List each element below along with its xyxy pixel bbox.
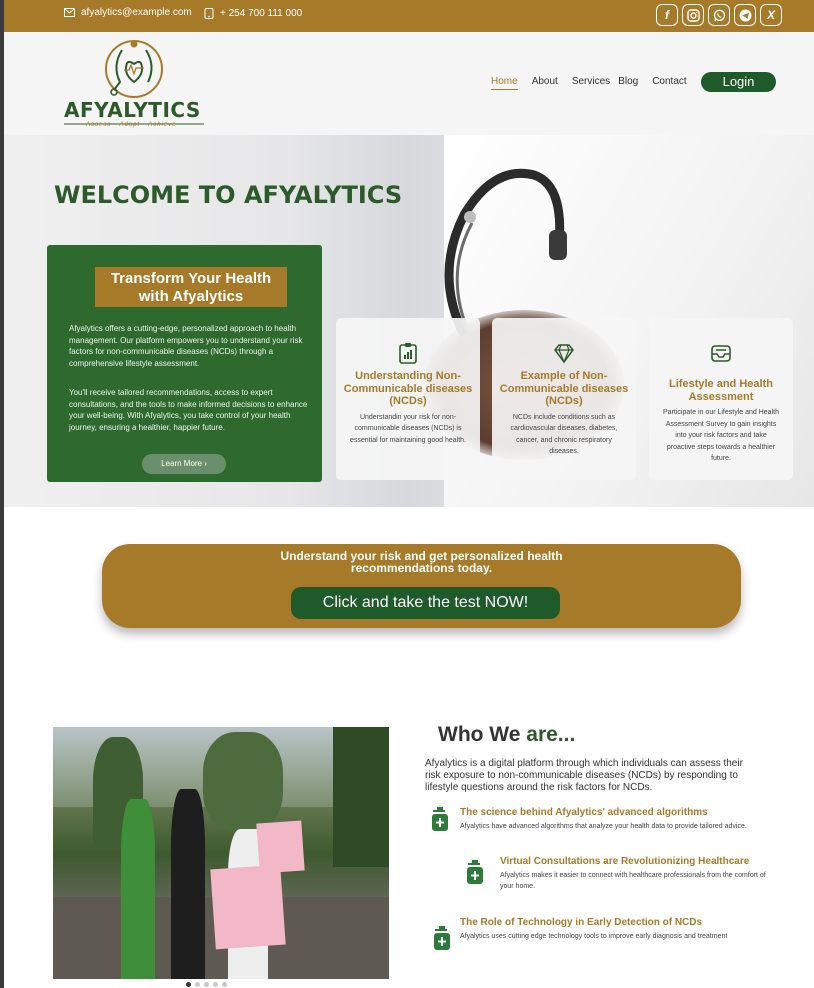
instagram-icon[interactable] bbox=[682, 4, 704, 26]
feature-title: Example of Non-Communicable diseases (NC… bbox=[499, 370, 629, 407]
feature-card-assessment[interactable]: Lifestyle and Health Assessment Particip… bbox=[649, 318, 793, 480]
feature-text: Participate in our Lifestyle and Health … bbox=[663, 409, 779, 462]
main-navbar: AFYALYTICS Assess · Adapt · Achieve Home… bbox=[4, 32, 814, 135]
take-test-button[interactable]: Click and take the test NOW! bbox=[291, 587, 560, 619]
who-we-are-title: Who We are... bbox=[438, 723, 575, 747]
community-walk-photo bbox=[53, 727, 389, 979]
sanitizer-bottle-icon bbox=[467, 860, 483, 884]
x-icon[interactable]: X bbox=[760, 4, 782, 26]
top-contact-bar: afyalytics@example.com + 254 700 111 000… bbox=[4, 0, 814, 32]
cta-heading: Understand your risk and get personalize… bbox=[280, 549, 563, 575]
phone-text: + 254 700 111 000 bbox=[220, 8, 303, 19]
nav-blog[interactable]: Blog bbox=[618, 76, 638, 90]
nav-services[interactable]: Services bbox=[572, 76, 610, 90]
nav-about[interactable]: About bbox=[532, 76, 558, 90]
nav-menu: Home About Services Blog Contact bbox=[491, 76, 687, 90]
carousel-dot[interactable] bbox=[195, 982, 200, 987]
learn-more-button[interactable]: Learn More › bbox=[142, 454, 226, 474]
nav-home[interactable]: Home bbox=[491, 76, 518, 90]
carousel-dot[interactable] bbox=[186, 982, 191, 987]
logo-tagline: Assess · Adapt · Achieve bbox=[86, 122, 177, 128]
email-contact[interactable]: afyalytics@example.com bbox=[64, 7, 192, 18]
email-text: afyalytics@example.com bbox=[81, 7, 192, 18]
nav-contact[interactable]: Contact bbox=[652, 76, 686, 90]
diamond-icon bbox=[554, 344, 574, 364]
about-point-title: The Role of Technology in Early Detectio… bbox=[460, 917, 703, 928]
feature-title: Understanding Non-Communicable diseases … bbox=[343, 370, 473, 407]
stethoscope-heart-icon bbox=[105, 40, 163, 98]
feature-text: NCDs include conditions such as cardiova… bbox=[510, 413, 618, 456]
who-title-main: Who We bbox=[438, 723, 527, 746]
feature-card-examples[interactable]: Example of Non-Communicable diseases (NC… bbox=[492, 318, 636, 480]
inbox-tray-icon bbox=[711, 345, 731, 362]
hero-section: WELCOME TO AFYALYTICS Transform Your Hea… bbox=[4, 135, 814, 507]
intro-card-heading: Transform Your Health with Afyalytics bbox=[95, 267, 287, 307]
telegram-icon[interactable] bbox=[734, 4, 756, 26]
feature-text: Understandin your risk for non-communica… bbox=[350, 413, 466, 444]
logo-brand-text: AFYALYTICS bbox=[64, 98, 201, 122]
intro-card: Transform Your Health with Afyalytics Af… bbox=[47, 245, 322, 482]
about-point-text: Afyalytics have advanced algorithms that… bbox=[460, 823, 747, 830]
carousel-dot[interactable] bbox=[213, 982, 218, 987]
intro-card-paragraph-2: You'll receive tailored recommendations,… bbox=[69, 388, 308, 432]
hero-title: WELCOME TO AFYALYTICS bbox=[54, 181, 403, 209]
phone-icon bbox=[204, 8, 214, 19]
sanitizer-bottle-icon bbox=[432, 807, 448, 831]
about-point-title: The science behind Afyalytics' advanced … bbox=[460, 807, 708, 818]
about-point-text: Afyalytics uses cutting edge technology … bbox=[460, 933, 728, 940]
intro-card-paragraph-1: Afyalytics offers a cutting-edge, person… bbox=[69, 324, 303, 368]
about-point-title: Virtual Consultations are Revolutionizin… bbox=[500, 856, 750, 867]
whatsapp-icon[interactable] bbox=[708, 4, 730, 26]
feature-card-ncds[interactable]: Understanding Non-Communicable diseases … bbox=[336, 318, 480, 480]
cta-banner: Understand your risk and get personalize… bbox=[102, 544, 741, 628]
feature-title: Lifestyle and Health Assessment bbox=[669, 378, 773, 403]
carousel-dot[interactable] bbox=[204, 982, 209, 987]
phone-contact[interactable]: + 254 700 111 000 bbox=[204, 8, 302, 19]
clipboard-chart-icon bbox=[399, 343, 417, 364]
facebook-icon[interactable]: f bbox=[656, 4, 678, 26]
who-title-accent: are... bbox=[526, 723, 576, 746]
login-button[interactable]: Login bbox=[701, 72, 776, 92]
envelope-icon bbox=[64, 8, 75, 17]
social-links: f X bbox=[656, 4, 782, 26]
sanitizer-bottle-icon bbox=[434, 926, 450, 950]
about-point-text: Afyalytics makes it easier to connect wi… bbox=[500, 872, 766, 890]
stethoscope-image bbox=[444, 168, 567, 338]
carousel-dot[interactable] bbox=[222, 982, 227, 987]
who-we-are-description: Afyalytics is a digital platform through… bbox=[425, 758, 743, 793]
carousel-dots bbox=[186, 982, 227, 987]
afyalytics-logo[interactable]: AFYALYTICS Assess · Adapt · Achieve bbox=[62, 36, 212, 132]
